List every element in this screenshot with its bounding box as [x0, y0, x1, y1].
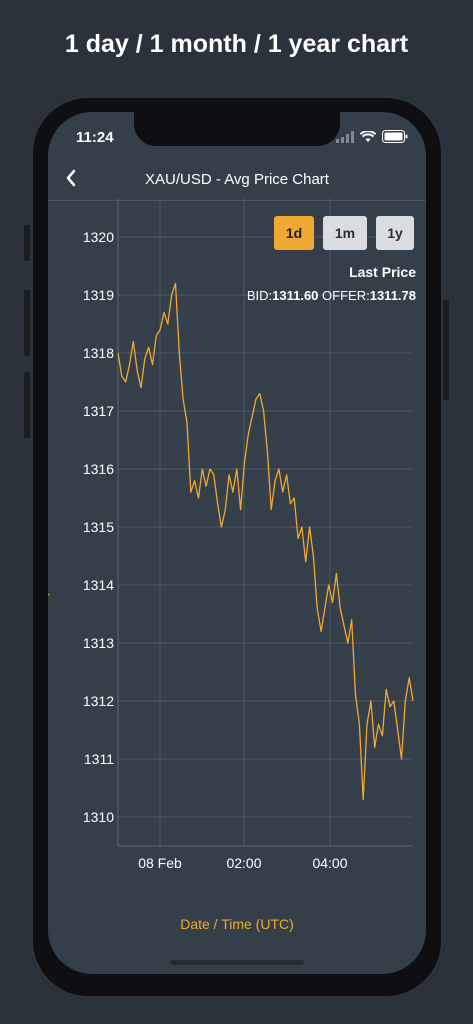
x-tick-label: 08 Feb [138, 855, 182, 871]
y-tick-label: 1320 [83, 229, 114, 245]
y-tick-label: 1316 [83, 461, 114, 477]
range-button-1m[interactable]: 1m [323, 216, 367, 250]
bid-offer-line: BID:1311.60 OFFER:1311.78 [247, 288, 416, 303]
y-tick-label: 1313 [83, 635, 114, 651]
y-axis-label: $ per Oz [48, 557, 50, 607]
offer-label: OFFER: [322, 288, 370, 303]
y-tick-label: 1318 [83, 345, 114, 361]
phone-side-button [443, 300, 449, 400]
y-tick-label: 1317 [83, 403, 114, 419]
y-tick-label: 1310 [83, 809, 114, 825]
range-button-1y[interactable]: 1y [376, 216, 414, 250]
headline: 1 day / 1 month / 1 year chart [64, 30, 409, 58]
y-tick-label: 1315 [83, 519, 114, 535]
y-tick-label: 1312 [83, 693, 114, 709]
offer-value: 1311.78 [369, 288, 416, 303]
phone-side-button [24, 290, 30, 356]
range-button-1d[interactable]: 1d [274, 216, 314, 250]
price-series-line [117, 282, 414, 801]
app-screen: 11:24 XAU/USD - Avg Price Chart 1320 1319… [48, 112, 426, 974]
phone-side-button [24, 225, 30, 261]
x-tick-label: 04:00 [312, 855, 347, 871]
last-price-heading: Last Price [349, 264, 416, 280]
home-indicator[interactable] [170, 960, 304, 965]
bid-label: BID: [246, 288, 273, 303]
price-chart: 1320131913181317131613151314131313121311… [83, 198, 414, 871]
x-axis-label: Date / Time (UTC) [180, 916, 294, 932]
phone-side-button [24, 372, 30, 438]
x-tick-label: 02:00 [226, 855, 261, 871]
y-tick-label: 1311 [84, 751, 114, 767]
y-tick-label: 1319 [83, 287, 114, 303]
bid-value: 1311.60 [272, 288, 319, 303]
